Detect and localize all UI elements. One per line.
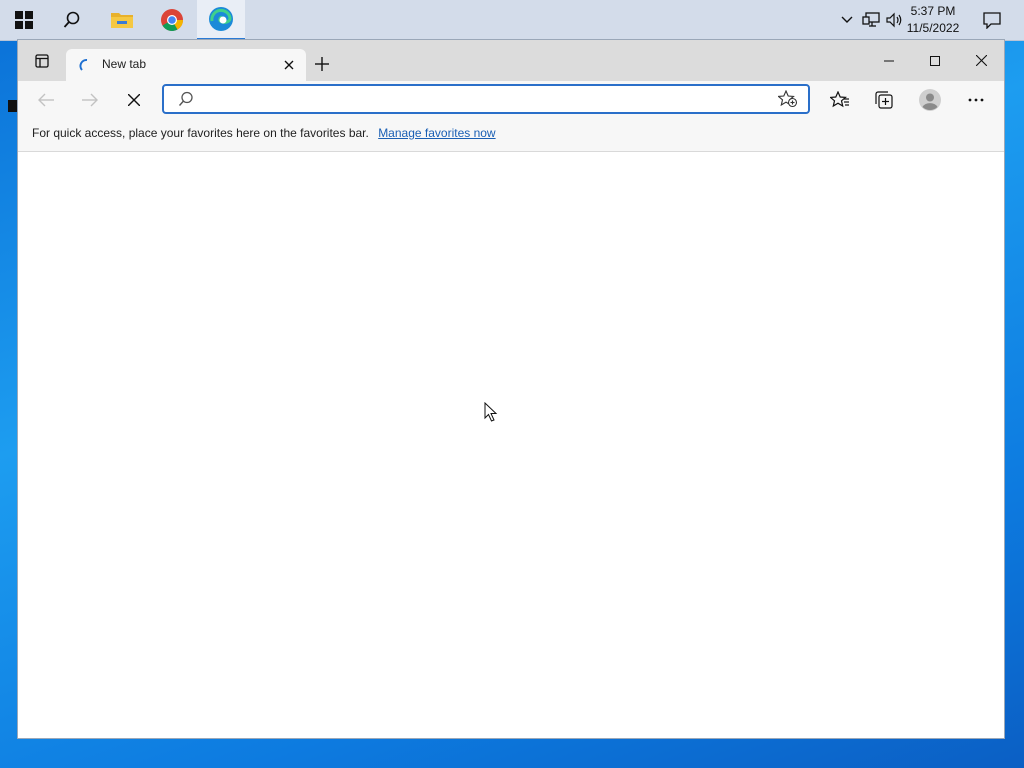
edge-button[interactable] bbox=[197, 0, 245, 40]
close-icon bbox=[284, 60, 294, 70]
search-button[interactable] bbox=[48, 0, 96, 40]
favorites-icon bbox=[830, 91, 849, 108]
favorites-bar-message: For quick access, place your favorites h… bbox=[32, 126, 369, 140]
navigation-toolbar bbox=[18, 81, 1004, 119]
maximize-icon bbox=[930, 55, 940, 66]
more-options-icon bbox=[968, 98, 984, 102]
loading-spinner-icon bbox=[79, 59, 88, 71]
arrow-left-icon bbox=[38, 93, 54, 107]
plus-icon bbox=[315, 57, 329, 71]
chrome-icon bbox=[161, 9, 183, 31]
close-icon bbox=[975, 55, 987, 66]
maximize-button[interactable] bbox=[912, 40, 958, 81]
arrow-right-icon bbox=[82, 93, 98, 107]
file-explorer-button[interactable] bbox=[98, 0, 146, 40]
tab-new-tab[interactable]: New tab bbox=[66, 49, 306, 81]
close-icon bbox=[128, 94, 140, 106]
avatar-icon bbox=[919, 89, 941, 111]
back-button[interactable] bbox=[30, 85, 62, 115]
edge-icon bbox=[209, 7, 233, 31]
chevron-up-icon bbox=[841, 16, 853, 23]
close-tab-button[interactable] bbox=[280, 56, 298, 74]
file-explorer-icon bbox=[111, 13, 133, 28]
stop-loading-button[interactable] bbox=[118, 85, 150, 115]
minimize-button[interactable] bbox=[866, 40, 912, 81]
favorites-button[interactable] bbox=[824, 85, 856, 115]
windows-start-icon bbox=[15, 11, 33, 29]
start-button[interactable] bbox=[0, 0, 48, 40]
title-bar: New tab bbox=[18, 40, 1004, 81]
search-icon bbox=[63, 11, 80, 28]
page-content[interactable] bbox=[18, 152, 1004, 738]
tab-actions-button[interactable] bbox=[22, 40, 62, 81]
search-icon bbox=[178, 91, 193, 106]
clock[interactable]: 5:37 PM 11/5/2022 bbox=[900, 3, 966, 37]
notification-icon bbox=[983, 11, 1001, 29]
favorites-bar: For quick access, place your favorites h… bbox=[18, 119, 1004, 152]
taskbar: 5:37 PM 11/5/2022 bbox=[0, 0, 1024, 41]
network-icon bbox=[862, 12, 880, 27]
profile-button[interactable] bbox=[914, 85, 946, 115]
address-bar[interactable] bbox=[162, 84, 810, 114]
show-hidden-icons-button[interactable] bbox=[838, 0, 856, 40]
desktop-icon-fragment bbox=[8, 98, 18, 117]
favorites-bar-message-row: For quick access, place your favorites h… bbox=[32, 126, 496, 140]
tab-actions-icon bbox=[35, 53, 49, 68]
close-window-button[interactable] bbox=[958, 40, 1004, 81]
manage-favorites-link[interactable]: Manage favorites now bbox=[378, 126, 495, 140]
minimize-icon bbox=[884, 60, 894, 61]
chrome-button[interactable] bbox=[148, 0, 196, 40]
mouse-pointer-icon bbox=[484, 402, 498, 422]
network-tray-button[interactable] bbox=[860, 0, 882, 40]
collections-icon bbox=[875, 91, 893, 109]
clock-time: 5:37 PM bbox=[910, 4, 956, 18]
address-input[interactable] bbox=[200, 89, 764, 111]
forward-button[interactable] bbox=[74, 85, 106, 115]
settings-more-button[interactable] bbox=[960, 85, 992, 115]
new-tab-button[interactable] bbox=[310, 52, 334, 76]
clock-date: 11/5/2022 bbox=[906, 21, 960, 35]
tab-title: New tab bbox=[102, 57, 147, 71]
action-center-button[interactable] bbox=[978, 0, 1006, 40]
browser-window: New tab For quick access, place your fav… bbox=[18, 40, 1004, 738]
collections-button[interactable] bbox=[868, 85, 900, 115]
add-favorite-icon[interactable] bbox=[778, 90, 798, 108]
